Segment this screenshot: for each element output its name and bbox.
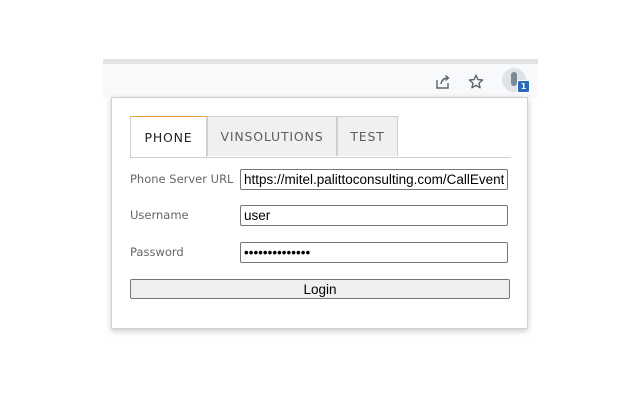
server-url-label: Phone Server URL <box>130 172 234 186</box>
share-icon[interactable] <box>434 73 452 91</box>
login-button[interactable]: Login <box>130 279 510 299</box>
username-input[interactable] <box>240 205 508 226</box>
extension-icon[interactable]: 1 <box>502 68 530 93</box>
star-icon[interactable] <box>467 73 485 91</box>
browser-toolbar: 1 <box>103 64 538 98</box>
tab-bar: PHONE VINSOLUTIONS TEST <box>130 116 511 158</box>
tab-phone[interactable]: PHONE <box>130 116 207 157</box>
tab-test[interactable]: TEST <box>337 116 398 156</box>
extension-popup: PHONE VINSOLUTIONS TEST Phone Server URL… <box>111 97 528 329</box>
server-url-input[interactable] <box>240 169 508 190</box>
tab-vinsolutions[interactable]: VINSOLUTIONS <box>207 116 337 156</box>
password-label: Password <box>130 245 184 259</box>
password-input[interactable] <box>240 242 508 263</box>
password-row: Password <box>130 242 511 264</box>
username-label: Username <box>130 208 189 222</box>
username-row: Username <box>130 205 511 227</box>
server-url-row: Phone Server URL <box>130 169 511 191</box>
extension-badge: 1 <box>517 80 530 93</box>
